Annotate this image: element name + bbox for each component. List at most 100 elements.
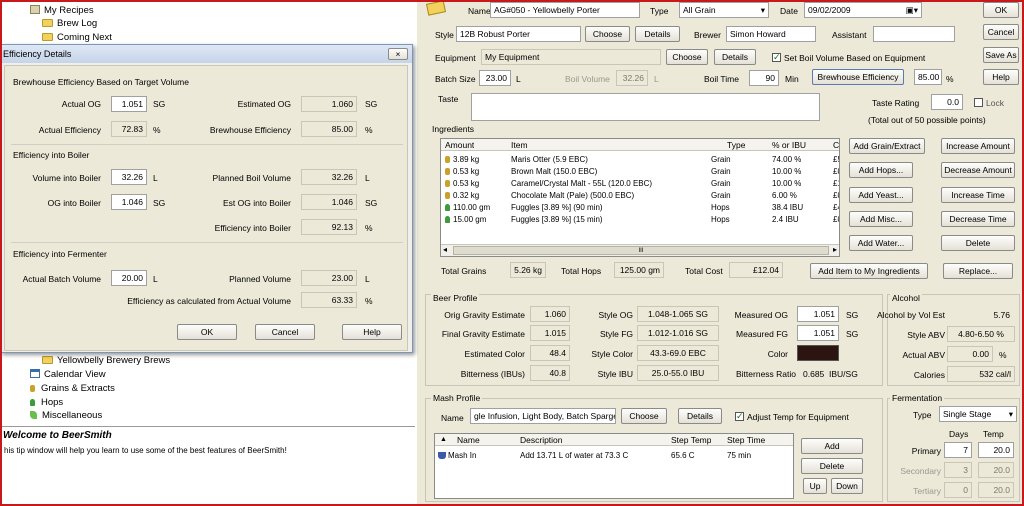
col-step-time[interactable]: Step Time xyxy=(727,434,765,446)
row-type: Grain xyxy=(711,167,731,176)
taste-notes-input[interactable] xyxy=(471,93,820,121)
col-cost[interactable]: C xyxy=(833,139,839,151)
table-row[interactable]: 0.53 kg Caramel/Crystal Malt - 55L (120.… xyxy=(441,178,839,189)
brewer-input[interactable]: Simon Howard xyxy=(726,26,816,42)
date-picker[interactable]: 09/02/2009 ▣▾ xyxy=(804,2,922,18)
og-boiler-label: OG into Boiler xyxy=(47,198,101,208)
batch-size-input[interactable]: 23.00 xyxy=(479,70,511,86)
set-boil-checkbox[interactable]: Set Boil Volume Based on Equipment xyxy=(772,51,925,64)
tree-item-brew-log[interactable]: Brew Log xyxy=(42,17,97,30)
sort-up-icon[interactable]: ▲ xyxy=(440,434,447,446)
recipe-name-input[interactable]: AG#050 - Yellowbelly Porter xyxy=(490,2,640,18)
ok-button[interactable]: OK xyxy=(983,2,1019,18)
recipe-icon xyxy=(425,0,447,16)
boil-time-input[interactable]: 90 xyxy=(749,70,779,86)
replace-button[interactable]: Replace... xyxy=(943,263,1013,279)
increase-amount-button[interactable]: Increase Amount xyxy=(941,138,1015,154)
delete-ingredient-button[interactable]: Delete xyxy=(941,235,1015,251)
table-row[interactable]: 110.00 gm Fuggles [3.89 %] (90 min) Hops… xyxy=(441,202,839,213)
table-row[interactable]: 0.53 kg Brown Malt (150.0 EBC) Grain 10.… xyxy=(441,166,839,177)
add-to-ingredients-button[interactable]: Add Item to My Ingredients xyxy=(810,263,928,279)
ferm-type-select[interactable]: Single Stage ▾ xyxy=(939,406,1017,422)
dialog-help-button[interactable]: Help xyxy=(342,324,402,340)
table-row[interactable]: 15.00 gm Fuggles [3.89 %] (15 min) Hops … xyxy=(441,214,839,225)
measured-og-input[interactable]: 1.051 xyxy=(797,306,839,322)
col-pct[interactable]: % or IBU xyxy=(772,139,806,151)
horizontal-scrollbar[interactable]: ◂ III ▸ xyxy=(441,244,839,256)
mash-delete-button[interactable]: Delete xyxy=(801,458,863,474)
col-type[interactable]: Type xyxy=(727,139,745,151)
assistant-input[interactable] xyxy=(873,26,955,42)
tree-item-coming-next[interactable]: Coming Next xyxy=(42,31,112,44)
section-boiler: Efficiency into Boiler xyxy=(13,150,90,160)
col-name[interactable]: Name xyxy=(457,434,480,446)
increase-time-button[interactable]: Increase Time xyxy=(941,187,1015,203)
og-boiler-input[interactable]: 1.046 xyxy=(111,194,147,210)
lock-label: Lock xyxy=(986,98,1004,108)
date-value: 09/02/2009 xyxy=(808,5,851,15)
adjust-temp-checkbox[interactable]: Adjust Temp for Equipment xyxy=(735,410,849,423)
mash-details-button[interactable]: Details xyxy=(678,408,722,424)
add-yeast-button[interactable]: Add Yeast... xyxy=(849,187,913,203)
actual-batch-input[interactable]: 20.00 xyxy=(111,270,147,286)
primary-temp-input[interactable]: 20.0 xyxy=(978,442,1014,458)
mash-down-button[interactable]: Down xyxy=(831,478,863,494)
cancel-button[interactable]: Cancel xyxy=(983,24,1019,40)
lock-checkbox[interactable]: Lock xyxy=(974,97,1004,109)
table-row[interactable]: 0.32 kg Chocolate Malt (Pale) (500.0 EBC… xyxy=(441,190,839,201)
secondary-days-value: 3 xyxy=(944,462,972,478)
dialog-ok-button[interactable]: OK xyxy=(177,324,237,340)
style-details-button[interactable]: Details xyxy=(635,26,680,42)
unit-label: SG xyxy=(153,198,166,208)
col-step-temp[interactable]: Step Temp xyxy=(671,434,711,446)
help-button[interactable]: Help xyxy=(983,69,1019,85)
row-amount: 3.89 kg xyxy=(453,155,480,164)
dialog-title: Efficiency Details xyxy=(3,49,72,59)
dialog-close-icon[interactable]: × xyxy=(388,48,408,60)
brewhouse-eff-input[interactable]: 85.00 xyxy=(914,69,942,85)
eff-boiler-value: 92.13 xyxy=(301,219,357,235)
type-select[interactable]: All Grain ▾ xyxy=(679,2,769,18)
brewhouse-efficiency-button[interactable]: Brewhouse Efficiency xyxy=(812,69,904,85)
measured-fg-input[interactable]: 1.051 xyxy=(797,325,839,341)
scroll-thumb[interactable]: III xyxy=(453,246,829,255)
mash-choose-button[interactable]: Choose xyxy=(621,408,667,424)
equipment-choose-button[interactable]: Choose xyxy=(666,49,708,65)
add-misc-button[interactable]: Add Misc... xyxy=(849,211,913,227)
tree-item-yellowbelly[interactable]: Yellowbelly Brewery Brews xyxy=(42,354,170,367)
row-cost: £0 xyxy=(833,191,839,200)
tree-item-misc[interactable]: Miscellaneous xyxy=(30,409,102,422)
taste-rating-input[interactable]: 0.0 xyxy=(931,94,963,110)
style-choose-button[interactable]: Choose xyxy=(585,26,630,42)
actual-og-input[interactable]: 1.051 xyxy=(111,96,147,112)
col-amount[interactable]: Amount xyxy=(445,139,474,151)
equipment-details-button[interactable]: Details xyxy=(714,49,756,65)
add-hops-button[interactable]: Add Hops... xyxy=(849,162,913,178)
table-row[interactable]: Mash In Add 13.71 L of water at 73.3 C 6… xyxy=(435,450,793,461)
row-type: Hops xyxy=(711,215,730,224)
est-og-boiler-label: Est OG into Boiler xyxy=(222,198,291,208)
dialog-cancel-button[interactable]: Cancel xyxy=(255,324,315,340)
style-input[interactable]: 12B Robust Porter xyxy=(456,26,581,42)
scroll-right-icon[interactable]: ▸ xyxy=(833,245,837,254)
tree-item-calendar[interactable]: Calendar View xyxy=(30,368,106,381)
mash-up-button[interactable]: Up xyxy=(803,478,827,494)
unit-label: % xyxy=(365,223,373,233)
table-row[interactable]: 3.89 kg Maris Otter (5.9 EBC) Grain 74.0… xyxy=(441,154,839,165)
tree-item-grains[interactable]: Grains & Extracts xyxy=(30,382,115,395)
scroll-left-icon[interactable]: ◂ xyxy=(443,245,447,254)
tree-item-my-recipes[interactable]: My Recipes xyxy=(30,4,94,17)
col-description[interactable]: Description xyxy=(520,434,563,446)
decrease-time-button[interactable]: Decrease Time xyxy=(941,211,1015,227)
add-grain-button[interactable]: Add Grain/Extract xyxy=(849,138,925,154)
unit-label: L xyxy=(365,274,370,284)
save-as-button[interactable]: Save As xyxy=(983,47,1019,63)
vol-boiler-input[interactable]: 32.26 xyxy=(111,169,147,185)
mash-name-input[interactable]: gle Infusion, Light Body, Batch Sparge xyxy=(470,408,616,424)
primary-days-input[interactable]: 7 xyxy=(944,442,972,458)
mash-add-button[interactable]: Add xyxy=(801,438,863,454)
decrease-amount-button[interactable]: Decrease Amount xyxy=(941,162,1015,178)
col-item[interactable]: Item xyxy=(511,139,528,151)
tree-item-hops[interactable]: Hops xyxy=(30,396,63,409)
add-water-button[interactable]: Add Water... xyxy=(849,235,913,251)
